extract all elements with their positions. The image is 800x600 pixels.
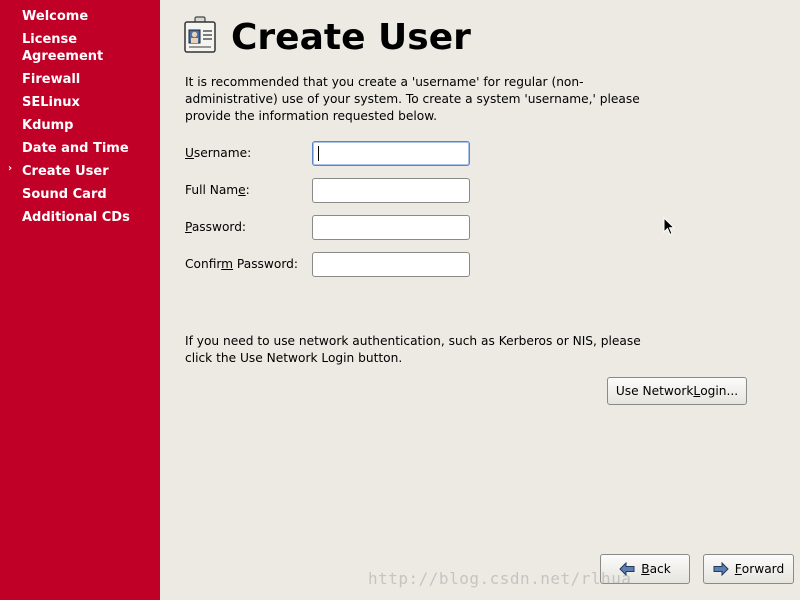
step-welcome: Welcome — [22, 9, 89, 24]
confirm-password-field[interactable] — [312, 252, 470, 277]
page-title: Create User — [231, 17, 471, 58]
confirm-password-label: Confirm Password: — [185, 257, 298, 271]
step-create-user: Create User — [22, 164, 109, 179]
main-content: Create User It is recommended that you c… — [160, 0, 800, 600]
use-network-login-button[interactable]: Use Network Login... — [607, 377, 747, 405]
mouse-pointer-icon — [663, 217, 675, 236]
network-auth-text: If you need to use network authenticatio… — [185, 333, 641, 367]
id-badge-icon — [184, 16, 216, 53]
username-label: Username: — [185, 146, 252, 160]
full-name-label: Full Name: — [185, 183, 250, 197]
step-selinux: SELinux — [22, 95, 80, 110]
username-field[interactable] — [312, 141, 470, 166]
watermark: http://blog.csdn.net/rlhua — [368, 569, 632, 588]
forward-button[interactable]: Forward — [703, 554, 794, 584]
step-firewall: Firewall — [22, 72, 81, 87]
step-license-agreement: License Agreement — [22, 32, 104, 64]
step-date-and-time: Date and Time — [22, 141, 129, 156]
full-name-field[interactable] — [312, 178, 470, 203]
steps-sidebar: › Welcome License Agreement Firewall SEL… — [0, 0, 160, 600]
step-kdump: Kdump — [22, 118, 74, 133]
intro-line: It is recommended that you create a 'use… — [185, 75, 584, 89]
password-label: Password: — [185, 220, 247, 234]
arrow-right-icon — [713, 562, 729, 576]
step-sound-card: Sound Card — [22, 187, 107, 202]
text-caret — [318, 146, 319, 161]
current-step-marker: › — [8, 163, 13, 174]
intro-text: It is recommended that you create a 'use… — [185, 74, 640, 125]
password-field[interactable] — [312, 215, 470, 240]
network-auth-line: click the Use Network Login button. — [185, 351, 403, 365]
step-additional-cds: Additional CDs — [22, 210, 130, 225]
network-auth-line: If you need to use network authenticatio… — [185, 334, 641, 348]
intro-line: provide the information requested below. — [185, 109, 437, 123]
intro-line: administrative) use of your system. To c… — [185, 92, 640, 106]
